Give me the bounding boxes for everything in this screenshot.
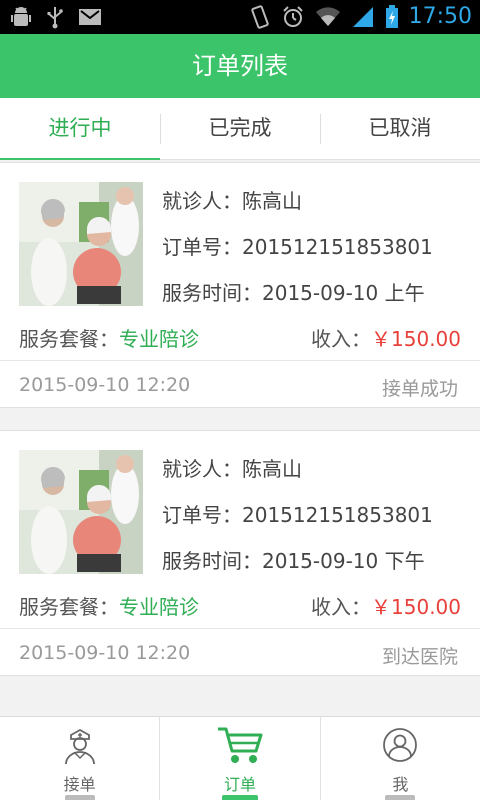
nav-accept-orders[interactable]: 接单 — [0, 717, 159, 800]
order-number: 201512151853801 — [242, 235, 433, 259]
order-status: 接单成功 — [381, 378, 458, 400]
order-number-row: 订单号：201512151853801 — [162, 231, 433, 260]
package-value: 专业陪诊 — [119, 595, 199, 619]
patient-name: 陈高山 — [242, 189, 302, 213]
package-row: 服务套餐：专业陪诊 — [19, 323, 199, 352]
order-created-time: 2015-09-10 12:20 — [19, 642, 191, 664]
wifi-icon — [315, 6, 340, 26]
user-icon — [383, 728, 418, 762]
patient-name: 陈高山 — [242, 457, 302, 481]
patient-row: 就诊人：陈高山 — [162, 185, 302, 214]
order-card[interactable]: 就诊人：陈高山 订单号：201512151853801 服务时间：2015-09… — [0, 162, 480, 408]
package-label: 服务套餐： — [19, 595, 119, 619]
service-time-row: 服务时间：2015-09-10 上午 — [162, 277, 425, 306]
tab-in-progress[interactable]: 进行中 — [0, 98, 160, 160]
service-time-label: 服务时间： — [162, 281, 262, 305]
package-label: 服务套餐： — [19, 327, 119, 351]
service-time-label: 服务时间： — [162, 549, 262, 573]
income-amount: ￥150.00 — [371, 595, 461, 619]
page-title: 订单列表 — [0, 34, 480, 98]
alarm-icon — [282, 5, 303, 27]
usb-icon — [47, 7, 63, 29]
order-number-label: 订单号： — [162, 235, 242, 259]
service-time: 2015-09-10 下午 — [262, 549, 425, 573]
order-photo — [19, 450, 143, 574]
order-created-time: 2015-09-10 12:20 — [19, 374, 191, 396]
income-label: 收入： — [311, 327, 372, 351]
battery-icon — [385, 4, 398, 28]
card-divider — [0, 628, 480, 629]
nav-stub — [385, 795, 416, 800]
service-time-row: 服务时间：2015-09-10 下午 — [162, 545, 425, 574]
income-label: 收入： — [311, 595, 372, 619]
order-number: 201512151853801 — [242, 503, 433, 527]
order-photo — [19, 182, 143, 306]
gmail-icon — [79, 9, 101, 25]
package-value: 专业陪诊 — [119, 327, 199, 351]
service-time: 2015-09-10 上午 — [262, 281, 425, 305]
tab-cancelled[interactable]: 已取消 — [320, 98, 480, 159]
card-divider — [0, 360, 480, 361]
signal-icon — [352, 6, 373, 27]
nav-orders-label: 订单 — [223, 775, 256, 794]
nav-accept-label: 接单 — [63, 775, 96, 794]
nav-active-indicator — [221, 795, 258, 800]
nav-stub — [64, 795, 95, 800]
cart-icon — [217, 727, 263, 763]
nurse-icon — [64, 728, 95, 765]
patient-label: 就诊人： — [162, 457, 242, 481]
patient-row: 就诊人：陈高山 — [162, 453, 302, 482]
vibrate-icon — [250, 4, 269, 29]
android-debug-icon — [11, 7, 31, 26]
clock-time: 17:50 — [408, 4, 472, 29]
nav-me-label: 我 — [392, 775, 409, 794]
income-amount: ￥150.00 — [371, 327, 461, 351]
tab-completed[interactable]: 已完成 — [160, 98, 320, 159]
order-status: 到达医院 — [381, 646, 458, 668]
order-tabs: 进行中 已完成 已取消 — [0, 98, 480, 160]
package-row: 服务套餐：专业陪诊 — [19, 591, 199, 620]
income-row: 收入：￥150.00 — [311, 591, 461, 620]
bottom-nav: 接单 订单 我 — [0, 716, 480, 800]
nav-orders[interactable]: 订单 — [159, 717, 319, 800]
nav-me[interactable]: 我 — [319, 717, 480, 800]
order-card[interactable]: 就诊人：陈高山 订单号：201512151853801 服务时间：2015-09… — [0, 430, 480, 676]
income-row: 收入：￥150.00 — [311, 323, 461, 352]
patient-label: 就诊人： — [162, 189, 242, 213]
status-bar: 17:50 — [0, 0, 480, 34]
order-number-label: 订单号： — [162, 503, 242, 527]
order-number-row: 订单号：201512151853801 — [162, 499, 433, 528]
